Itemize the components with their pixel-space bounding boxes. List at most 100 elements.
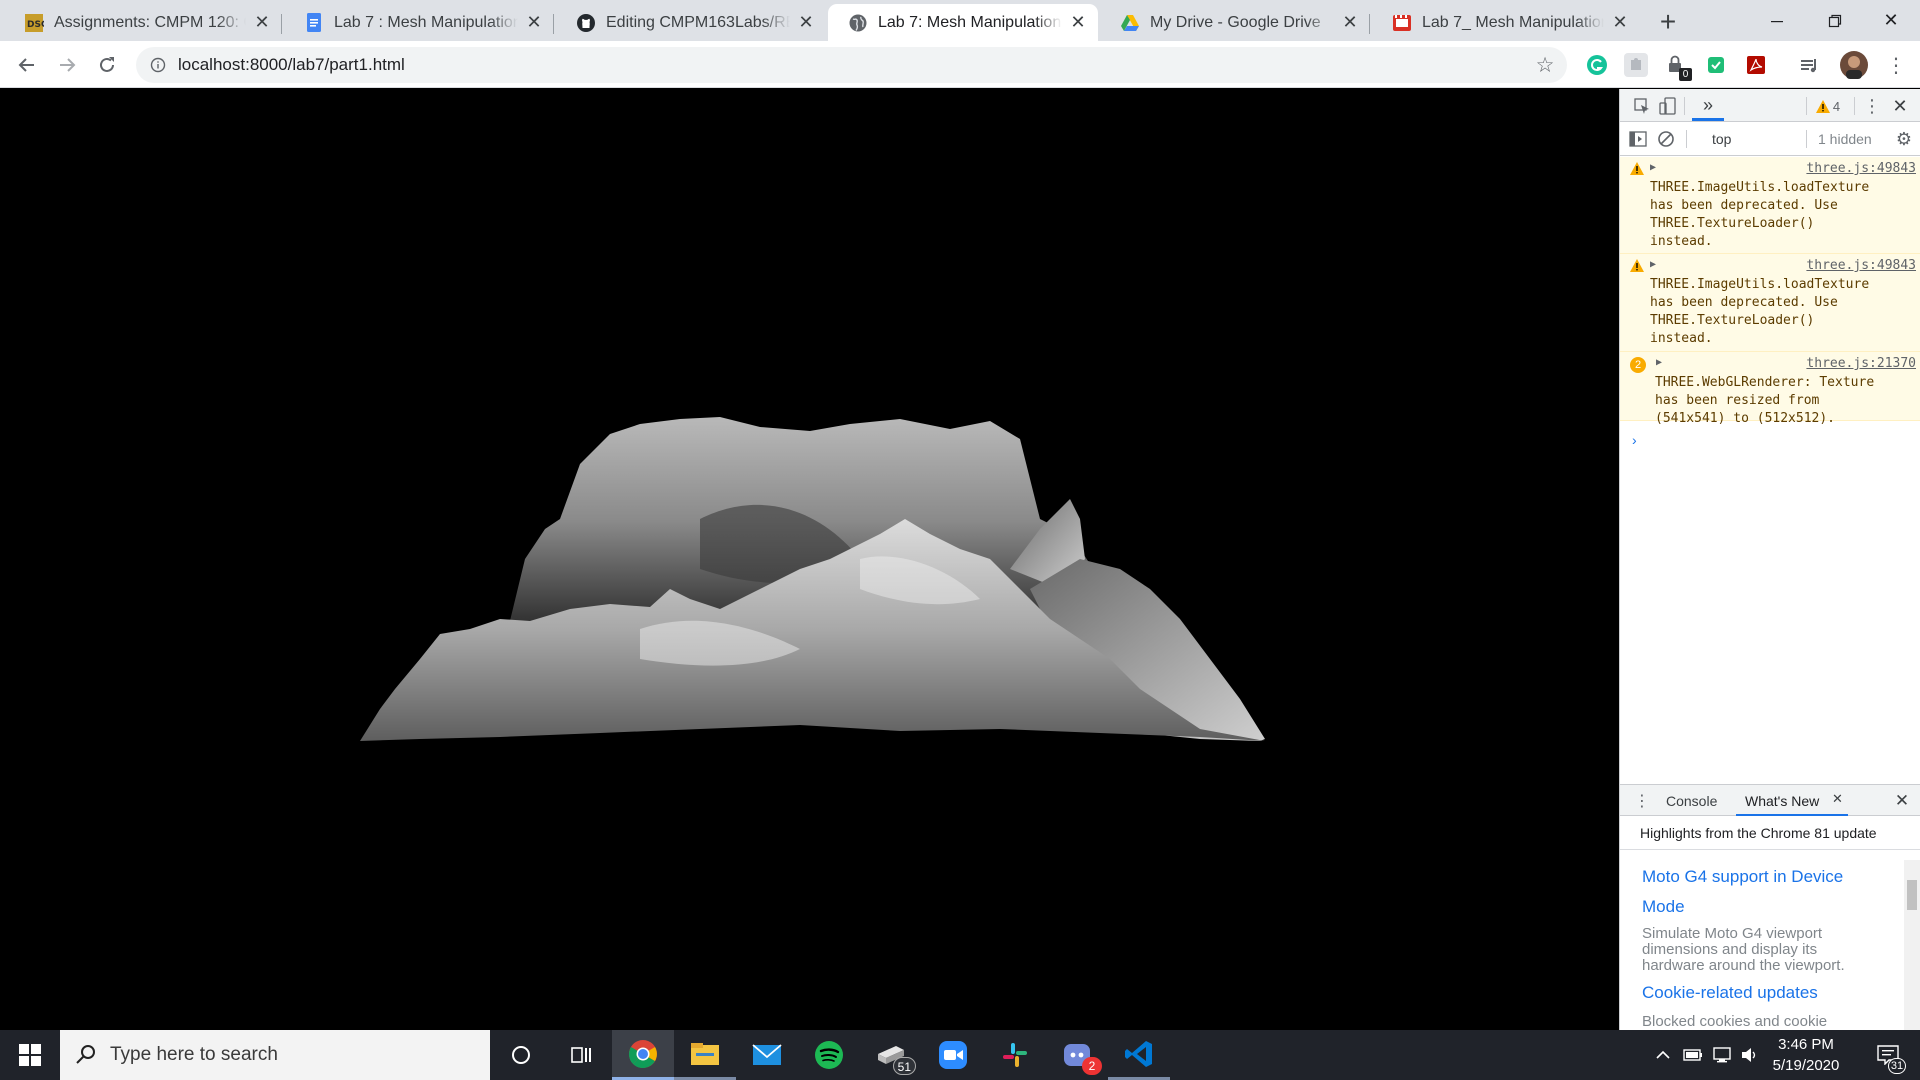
github-icon	[576, 13, 596, 33]
extension-puzzle-icon[interactable]	[1624, 53, 1648, 77]
close-tab-icon[interactable]: ✕	[1610, 12, 1630, 33]
sidebar-toggle-icon[interactable]	[1626, 127, 1650, 151]
console-message[interactable]: ▶ three.js:49843 THREE.ImageUtils.loadTe…	[1620, 254, 1920, 352]
console-message[interactable]: 2 ▶ three.js:21370 THREE.WebGLRenderer: …	[1620, 352, 1920, 426]
discord-badge: 2	[1082, 1057, 1102, 1075]
new-tab-button[interactable]: +	[1652, 6, 1684, 38]
webgl-canvas[interactable]	[0, 89, 1619, 1030]
close-devtools-icon[interactable]: ✕	[1888, 94, 1912, 118]
scrollbar[interactable]	[1904, 860, 1920, 1030]
globe-icon	[848, 13, 868, 33]
close-tab-icon[interactable]: ✕	[524, 12, 544, 33]
warning-counter[interactable]: 4	[1810, 94, 1846, 118]
clear-console-icon[interactable]	[1654, 127, 1678, 151]
minimize-icon[interactable]	[1748, 0, 1806, 41]
profile-avatar[interactable]	[1840, 51, 1868, 79]
whats-new-link[interactable]: Mode	[1642, 892, 1685, 922]
vscode-icon[interactable]	[1108, 1030, 1170, 1080]
tab-console[interactable]: Console	[1666, 793, 1717, 809]
browser-tab-active[interactable]: Lab 7: Mesh Manipulation ✕	[828, 4, 1098, 41]
source-link[interactable]: three.js:49843	[1806, 258, 1916, 273]
drawer-menu-icon[interactable]: ⋮	[1630, 789, 1654, 813]
system-clock[interactable]: 3:46 PM 5/19/2020	[1762, 1034, 1850, 1076]
back-icon[interactable]	[11, 49, 43, 81]
whats-new-link[interactable]: Cookie-related updates	[1642, 978, 1818, 1008]
expand-caret-icon[interactable]: ▶	[1650, 162, 1656, 173]
whats-new-heading: Highlights from the Chrome 81 update	[1640, 825, 1877, 841]
battery-icon[interactable]	[1680, 1030, 1706, 1080]
expand-caret-icon[interactable]: ▶	[1656, 357, 1662, 368]
scrollbar-thumb[interactable]	[1907, 880, 1917, 910]
console-prompt[interactable]: ›	[1632, 432, 1637, 448]
url-text: localhost:8000/lab7/part1.html	[178, 55, 405, 74]
google-slides-icon	[1392, 13, 1412, 33]
close-tab-icon[interactable]: ✕	[796, 12, 816, 33]
notification-count: 31	[1888, 1058, 1906, 1074]
close-tab-icon[interactable]: ✕	[1832, 791, 1843, 807]
context-selector[interactable]: top	[1712, 131, 1731, 147]
warning-icon	[1630, 259, 1644, 276]
file-explorer-icon[interactable]	[674, 1030, 736, 1080]
devtools-menu-icon[interactable]: ⋮	[1860, 94, 1884, 118]
forward-icon[interactable]	[51, 49, 83, 81]
mailbird-icon[interactable]: 51	[860, 1030, 922, 1080]
zoom-icon[interactable]	[922, 1030, 984, 1080]
more-tabs-button[interactable]: »	[1696, 93, 1720, 117]
browser-tab[interactable]: Lab 7_ Mesh Manipulation - G ✕	[1372, 4, 1640, 41]
whats-new-description: Simulate Moto G4 viewport dimensions and…	[1642, 925, 1845, 974]
adobe-acrobat-icon[interactable]	[1744, 53, 1768, 77]
expand-caret-icon[interactable]: ▶	[1650, 259, 1656, 270]
show-hidden-icons[interactable]	[1652, 1030, 1674, 1080]
discord-icon[interactable]: 2	[1046, 1030, 1108, 1080]
mail-icon[interactable]	[736, 1030, 798, 1080]
repeat-count-badge: 2	[1630, 357, 1646, 373]
source-link[interactable]: three.js:21370	[1806, 356, 1916, 371]
task-view-icon[interactable]	[550, 1030, 612, 1080]
close-window-icon[interactable]: ✕	[1862, 0, 1920, 41]
taskbar-search-box[interactable]: Type here to search	[60, 1030, 490, 1080]
volume-icon[interactable]	[1738, 1030, 1762, 1080]
site-info-icon[interactable]	[148, 55, 168, 75]
google-drive-icon	[1120, 13, 1140, 33]
windows-taskbar: Type here to search 51 2 3:46 PM 5/19/20…	[0, 1030, 1920, 1080]
clock-date: 5/19/2020	[1772, 1057, 1840, 1074]
chrome-taskbar-icon[interactable]	[612, 1030, 674, 1080]
tab-strip: DSC Assignments: CMPM 120: Ga ✕ Lab 7 : …	[0, 0, 1920, 41]
search-icon	[76, 1045, 95, 1064]
slack-icon[interactable]	[984, 1030, 1046, 1080]
source-link[interactable]: three.js:49843	[1806, 161, 1916, 176]
chrome-menu-icon[interactable]: ⋮	[1880, 49, 1912, 81]
message-text: THREE.ImageUtils.loadTexture has been de…	[1650, 180, 1870, 249]
lock-extension-icon[interactable]: 0	[1664, 53, 1692, 81]
hidden-messages-count[interactable]: 1 hidden	[1818, 131, 1872, 147]
inspect-element-icon[interactable]	[1630, 94, 1654, 118]
windows-start-icon[interactable]	[0, 1030, 60, 1080]
close-tab-icon[interactable]: ✕	[1068, 12, 1088, 33]
restore-icon[interactable]	[1806, 0, 1864, 41]
console-settings-icon[interactable]: ⚙	[1892, 127, 1916, 151]
browser-tab[interactable]: DSC Assignments: CMPM 120: Ga ✕	[4, 4, 282, 41]
address-bar[interactable]: localhost:8000/lab7/part1.html ☆	[136, 47, 1567, 83]
action-center-icon[interactable]: 31	[1866, 1030, 1910, 1080]
console-message[interactable]: ▶ three.js:49843 THREE.ImageUtils.loadTe…	[1620, 157, 1920, 254]
network-icon[interactable]	[1710, 1030, 1736, 1080]
grammarly-icon[interactable]	[1585, 53, 1609, 77]
whats-new-header: Highlights from the Chrome 81 update	[1620, 816, 1920, 850]
clipboard-extension-icon[interactable]	[1704, 53, 1728, 77]
reload-icon[interactable]	[91, 49, 123, 81]
tab-whats-new[interactable]: What's New	[1745, 793, 1819, 809]
whats-new-link[interactable]: Moto G4 support in Device	[1642, 862, 1843, 892]
cortana-icon[interactable]	[490, 1030, 552, 1080]
tab-title: Lab 7_ Mesh Manipulation - G	[1422, 13, 1604, 31]
spotify-icon[interactable]	[798, 1030, 860, 1080]
device-toolbar-icon[interactable]	[1656, 94, 1680, 118]
clock-time: 3:46 PM	[1778, 1036, 1834, 1053]
close-tab-icon[interactable]: ✕	[252, 12, 272, 33]
bookmark-star-icon[interactable]: ☆	[1531, 51, 1559, 79]
close-tab-icon[interactable]: ✕	[1340, 12, 1360, 33]
close-drawer-icon[interactable]: ✕	[1890, 789, 1914, 813]
browser-tab[interactable]: Editing CMPM163Labs/READ ✕	[556, 4, 826, 41]
media-queue-icon[interactable]	[1797, 53, 1821, 77]
browser-tab[interactable]: Lab 7 : Mesh Manipulation - G ✕	[284, 4, 554, 41]
browser-tab[interactable]: My Drive - Google Drive ✕	[1100, 4, 1370, 41]
